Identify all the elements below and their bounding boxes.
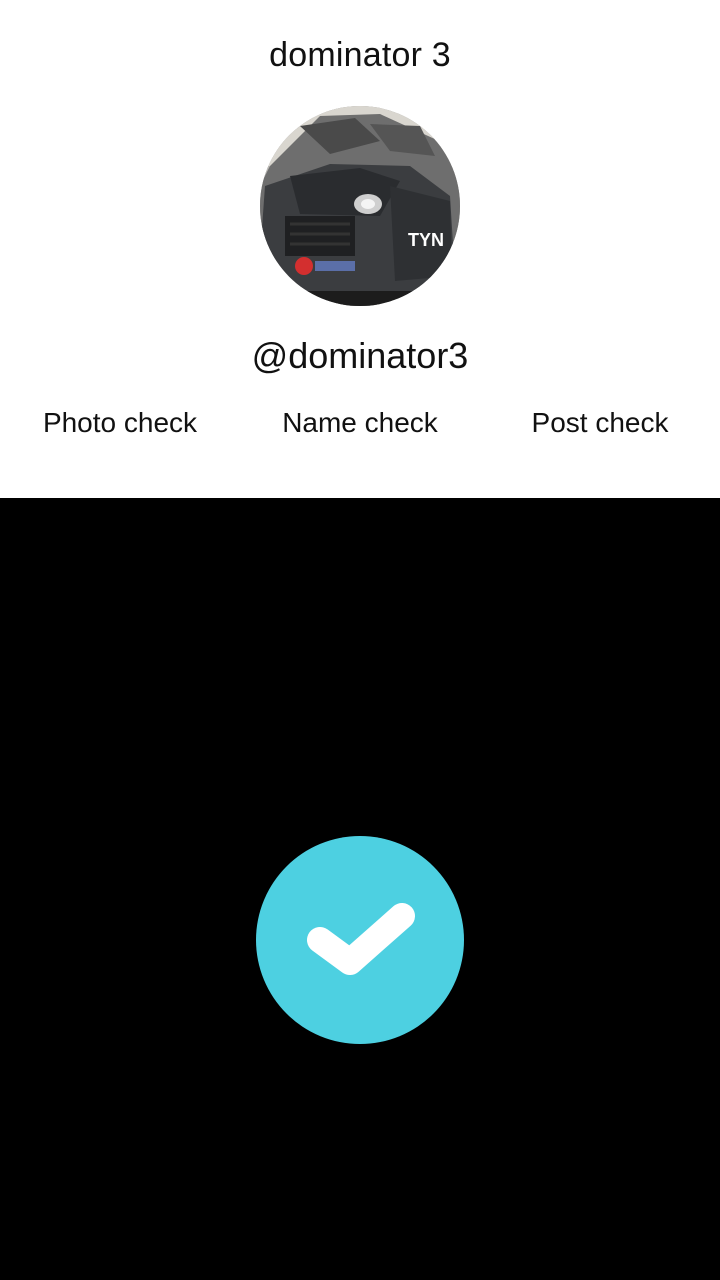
- verified-badge: [256, 836, 464, 1044]
- name-check-label[interactable]: Name check: [240, 407, 480, 439]
- photo-check-label[interactable]: Photo check: [0, 407, 240, 439]
- profile-header: dominator 3 TYN @dominator3 Photo check …: [0, 0, 720, 498]
- username: @dominator3: [251, 335, 469, 376]
- avatar[interactable]: TYN: [260, 106, 460, 306]
- check-row: Photo check Name check Post check: [0, 407, 720, 447]
- avatar-image: TYN: [260, 106, 460, 306]
- display-name: dominator 3: [269, 36, 451, 74]
- checkmark-icon: [256, 836, 464, 1044]
- avatar-logo-text: TYN: [408, 230, 444, 250]
- post-check-label[interactable]: Post check: [480, 407, 720, 439]
- profile-check-screen: dominator 3 TYN @dominator3 Photo check …: [0, 0, 720, 1280]
